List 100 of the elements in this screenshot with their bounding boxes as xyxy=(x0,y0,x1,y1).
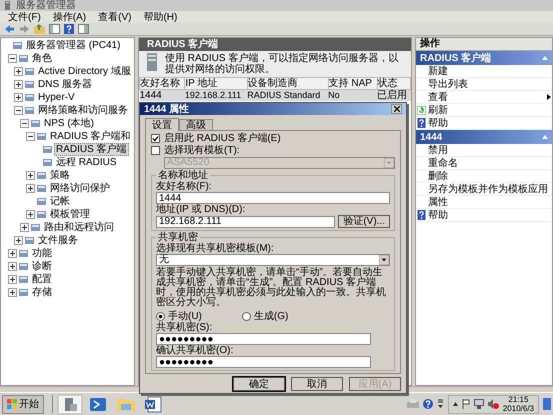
tree-item[interactable]: DNS 服务器 xyxy=(36,78,94,91)
action-item[interactable]: 新建 xyxy=(416,65,552,78)
network-icon[interactable] xyxy=(474,399,484,409)
action-item[interactable]: 属性 xyxy=(416,196,552,209)
column-header[interactable]: 支持 NAP xyxy=(328,78,378,90)
input-field[interactable]: 1444 xyxy=(156,192,390,204)
flag-icon[interactable] xyxy=(462,399,470,409)
dialog-button[interactable]: 取消 xyxy=(291,377,343,391)
tab[interactable]: 设置 xyxy=(145,118,179,131)
close-button[interactable] xyxy=(391,104,402,114)
expand-icon[interactable] xyxy=(8,275,17,284)
up-folder-icon[interactable] xyxy=(34,24,45,34)
input-field[interactable]: ●●●●●●●●● xyxy=(156,333,371,345)
column-header[interactable]: 状态 xyxy=(377,78,410,90)
help-icon[interactable] xyxy=(422,399,433,409)
radio-label: 生成(G) xyxy=(254,310,288,322)
table-cell: RADIUS Standard xyxy=(247,90,328,101)
input-field[interactable]: ●●●●●●●●● xyxy=(156,356,371,368)
expand-icon[interactable] xyxy=(14,80,23,89)
speaker-muted-icon[interactable] xyxy=(488,399,499,409)
section-header[interactable]: 1444 xyxy=(416,130,552,144)
tree-item[interactable]: 角色 xyxy=(30,52,54,65)
menu-item[interactable]: 帮助(H) xyxy=(143,12,178,22)
tree-item[interactable]: 诊断 xyxy=(30,260,54,273)
expand-icon[interactable] xyxy=(8,249,17,258)
tree-item[interactable]: 网络访问保护 xyxy=(48,182,112,195)
tree-item[interactable]: 配置 xyxy=(30,273,54,286)
expand-icon[interactable] xyxy=(26,184,35,193)
tree-item[interactable]: 文件服务 xyxy=(36,234,80,247)
server-taskbar-icon[interactable] xyxy=(58,394,82,414)
section-header[interactable]: RADIUS 客户端 xyxy=(416,51,552,65)
action-item[interactable]: 帮助 xyxy=(416,209,552,222)
node-icon xyxy=(37,210,46,219)
tree-item[interactable]: 远程 RADIUS xyxy=(54,156,119,169)
section-title: 1444 xyxy=(420,130,444,144)
action-item[interactable]: 重命名 xyxy=(416,157,552,170)
action-item[interactable]: 刷新 xyxy=(416,104,552,117)
node-icon xyxy=(25,236,34,245)
expand-icon[interactable] xyxy=(26,210,35,219)
collapse-icon[interactable] xyxy=(14,106,23,115)
checkbox[interactable] xyxy=(151,146,160,155)
action-item[interactable]: 导出列表 xyxy=(416,78,552,91)
action-item[interactable]: 删除 xyxy=(416,170,552,183)
tree-item[interactable]: 记帐 xyxy=(48,195,72,208)
pane-icon[interactable] xyxy=(78,24,89,34)
help-icon[interactable] xyxy=(64,24,74,34)
input-field[interactable]: 192.168.2.111 xyxy=(156,216,336,228)
menu-item[interactable]: 操作(A) xyxy=(52,12,86,22)
tree-item[interactable]: 服务器管理器 (PC41) xyxy=(24,39,122,52)
radio-button[interactable] xyxy=(156,312,165,320)
expand-icon[interactable] xyxy=(26,171,35,180)
expand-icon[interactable] xyxy=(20,223,29,232)
expand-icon[interactable] xyxy=(14,236,23,245)
tree-item[interactable]: Hyper-V xyxy=(36,91,77,104)
clock-date: 2010/6/3 xyxy=(502,404,534,413)
tree-item[interactable]: 存储 xyxy=(30,286,54,299)
expand-icon[interactable] xyxy=(8,262,17,271)
radio-button[interactable] xyxy=(242,312,251,320)
checkbox[interactable] xyxy=(151,134,160,143)
action-item[interactable]: 另存为模板并作为模板应用 xyxy=(416,183,552,196)
column-header[interactable]: IP 地址 xyxy=(184,78,248,90)
expand-icon[interactable] xyxy=(8,288,17,297)
expand-icon[interactable] xyxy=(14,93,23,102)
node-icon xyxy=(25,80,34,89)
pane-icon[interactable] xyxy=(49,24,60,34)
tree-item[interactable]: Active Directory 域服 xyxy=(36,65,133,78)
collapse-icon[interactable] xyxy=(26,132,35,141)
expand-icon[interactable] xyxy=(14,67,23,76)
dropdown[interactable]: 无 xyxy=(156,254,390,266)
radio-label: 手动(U) xyxy=(168,310,202,322)
table-row[interactable]: 1444 192.168.2.111 RADIUS Standard No 已启用 xyxy=(140,90,410,101)
collapse-icon[interactable] xyxy=(20,119,29,128)
collapse-icon[interactable] xyxy=(8,54,17,63)
dialog-button[interactable]: 确定 xyxy=(233,377,285,391)
tree-item[interactable]: 路由和远程访问 xyxy=(42,221,116,234)
pane-header: 操作 xyxy=(416,38,552,51)
column-header[interactable]: 设备制造商 xyxy=(247,78,328,90)
chevron-icon[interactable] xyxy=(436,399,444,409)
action-item[interactable]: 禁用 xyxy=(416,144,552,157)
column-header[interactable]: 友好名称 xyxy=(140,78,185,90)
tree-item[interactable]: RADIUS 客户端和 xyxy=(48,130,133,143)
verify-button[interactable]: 验证(V)... xyxy=(338,215,390,228)
collapse-arrow-icon[interactable] xyxy=(542,135,548,139)
node-icon xyxy=(25,67,34,76)
tree-item[interactable]: RADIUS 客户端 xyxy=(54,143,129,156)
menu-item[interactable]: 查看(V) xyxy=(98,12,132,22)
action-item[interactable]: 查看 xyxy=(416,91,552,104)
tree-item[interactable]: NPS (本地) xyxy=(42,117,96,130)
start-button[interactable]: 开始 xyxy=(2,394,44,414)
description-text: 使用 RADIUS 客户端，可以指定网络访问服务器，以提供对网络的访问权限。 xyxy=(165,53,400,75)
tab[interactable]: 高级 xyxy=(179,119,213,130)
menu-item[interactable]: 文件(F) xyxy=(8,12,41,22)
tree-item[interactable]: 网络策略和访问服务 xyxy=(36,104,130,117)
collapse-arrow-icon[interactable] xyxy=(542,56,548,60)
back-icon[interactable] xyxy=(4,24,15,34)
tree-item[interactable]: 功能 xyxy=(30,247,54,260)
caret-up-icon[interactable] xyxy=(452,402,458,406)
tree-item[interactable]: 模板管理 xyxy=(48,208,92,221)
node-icon xyxy=(19,54,28,63)
tree-item[interactable]: 策略 xyxy=(48,169,72,182)
